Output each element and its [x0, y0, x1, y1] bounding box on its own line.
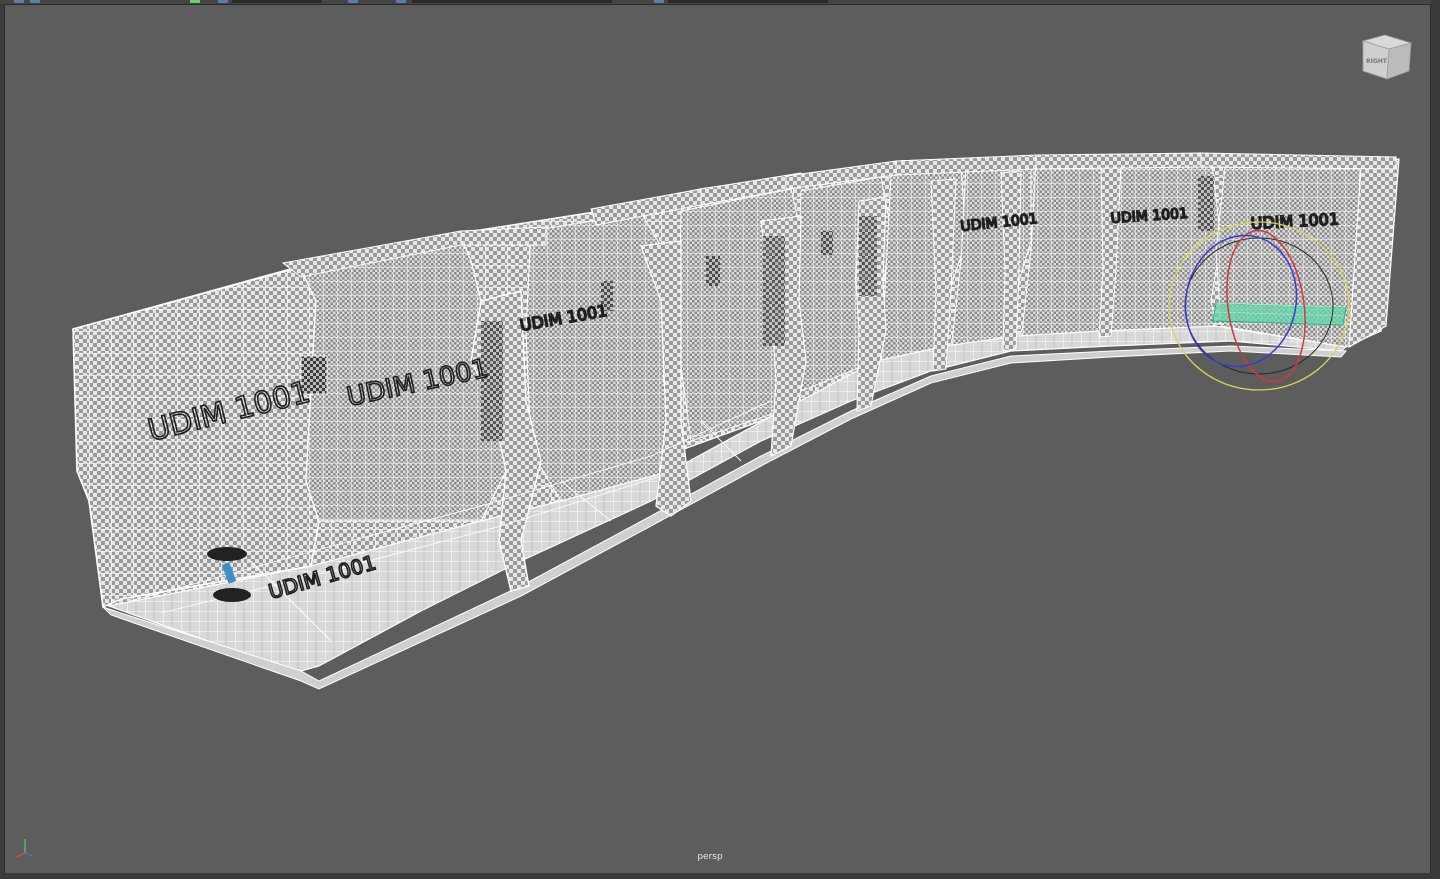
scene-canvas[interactable]: UDIM 1001 UDIM 1001 UDIM 1001 UDIM 1001 … [5, 5, 1430, 873]
toolbar-button[interactable] [654, 0, 664, 3]
toolbar-button[interactable] [396, 0, 406, 3]
camera-name-label: persp [697, 852, 723, 862]
viewport-bottom-border [0, 873, 1440, 879]
toolbar-field[interactable] [232, 0, 322, 3]
perspective-viewport[interactable]: UDIM 1001 UDIM 1001 UDIM 1001 UDIM 1001 … [4, 4, 1431, 874]
toolbar-button[interactable] [348, 0, 358, 3]
viewport-side-border [1431, 0, 1440, 879]
toolbar-button[interactable] [14, 0, 24, 3]
view-cube-face-label: RIGHT [1366, 58, 1388, 65]
corridor-mesh[interactable]: UDIM 1001 UDIM 1001 UDIM 1001 UDIM 1001 … [72, 152, 1400, 690]
view-cube-icon[interactable]: RIGHT [1357, 31, 1413, 85]
toolbar-field[interactable] [668, 0, 828, 3]
toolbar-button[interactable] [30, 0, 40, 3]
toolbar-button[interactable] [190, 0, 200, 3]
maya-viewport-app: UDIM 1001 UDIM 1001 UDIM 1001 UDIM 1001 … [0, 0, 1440, 879]
toolbar-field[interactable] [412, 0, 612, 3]
axis-indicator-icon [13, 837, 37, 859]
toolbar-button[interactable] [218, 0, 228, 3]
